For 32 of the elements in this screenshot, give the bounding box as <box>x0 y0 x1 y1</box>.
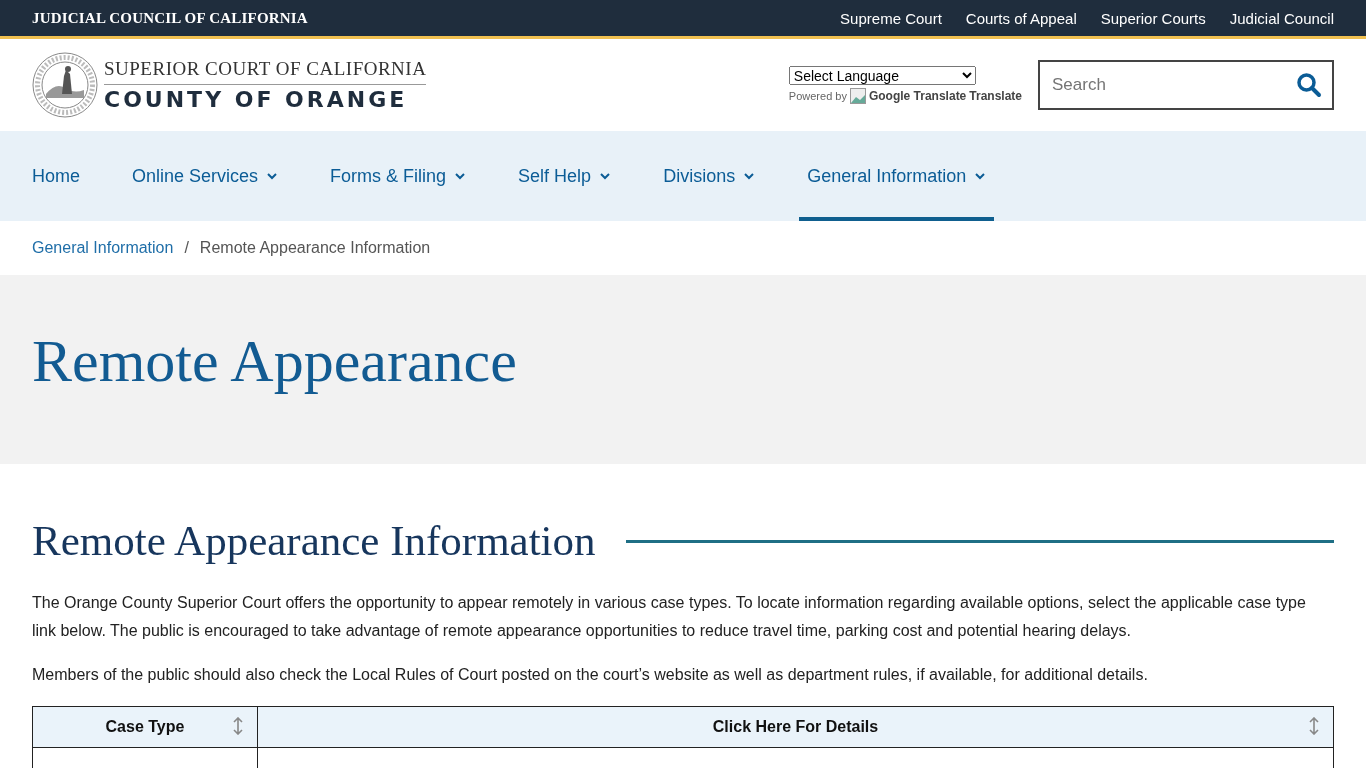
body-paragraph: The Orange County Superior Court offers the opportunity to appear remotely in various case types. To locate information regarding available options, select the applicable case type link below. The public is encouraged to take advantage of remote appearance opportunities to reduce travel time, parking cost and potential hearing delays. <box>32 593 1307 641</box>
table-column-header[interactable]: Case Type <box>32 706 258 748</box>
nav-menu-item[interactable]: General Information <box>799 131 995 221</box>
site-title: JUDICIAL COUNCIL OF CALIFORNIA <box>32 9 308 27</box>
court-seal-icon <box>32 52 98 118</box>
top-nav-link[interactable]: Supreme Court <box>840 9 942 27</box>
language-select[interactable]: Select Language <box>788 66 976 85</box>
top-nav-link[interactable]: Superior Courts <box>1100 9 1206 27</box>
image-alt-text: Google Translate <box>868 89 967 103</box>
logo-county-name: COUNTY OF ORANGE <box>104 86 409 112</box>
section-heading: Remote Appearance Information <box>32 516 596 565</box>
breadcrumb-current: Remote Appearance Information <box>199 239 431 257</box>
page-title: Remote Appearance <box>32 327 517 396</box>
sort-icon <box>233 717 243 735</box>
breadcrumb-link[interactable]: General Information <box>32 239 174 257</box>
translate-link[interactable]: Translate <box>969 89 1022 103</box>
sort-icon <box>1309 717 1319 735</box>
broken-image-icon <box>849 88 866 104</box>
top-nav-link[interactable]: Courts of Appeal <box>965 9 1077 27</box>
nav-menu-item[interactable]: Forms & Filing <box>322 131 475 221</box>
top-nav-link[interactable]: Judicial Council <box>1229 9 1334 27</box>
search-field[interactable]: Search <box>1038 60 1334 110</box>
logo-court-name: SUPERIOR COURT OF CALIFORNIA <box>104 58 427 85</box>
search-icon[interactable] <box>1296 72 1322 98</box>
powered-by-text: Powered by <box>788 90 847 102</box>
nav-menu-item[interactable]: Online Services <box>124 131 287 221</box>
breadcrumb-separator: / <box>184 239 189 257</box>
body-paragraph: Members of the public should also check the Local Rules of Court posted on the court’s website as well as department rules, if available, for additional details. <box>32 665 1149 685</box>
nav-menu-item[interactable]: Divisions <box>655 131 764 221</box>
nav-menu-item[interactable]: Home <box>24 131 88 221</box>
table-column-header[interactable]: Click Here For Details <box>257 706 1334 748</box>
nav-menu-item[interactable]: Self Help <box>510 131 620 221</box>
